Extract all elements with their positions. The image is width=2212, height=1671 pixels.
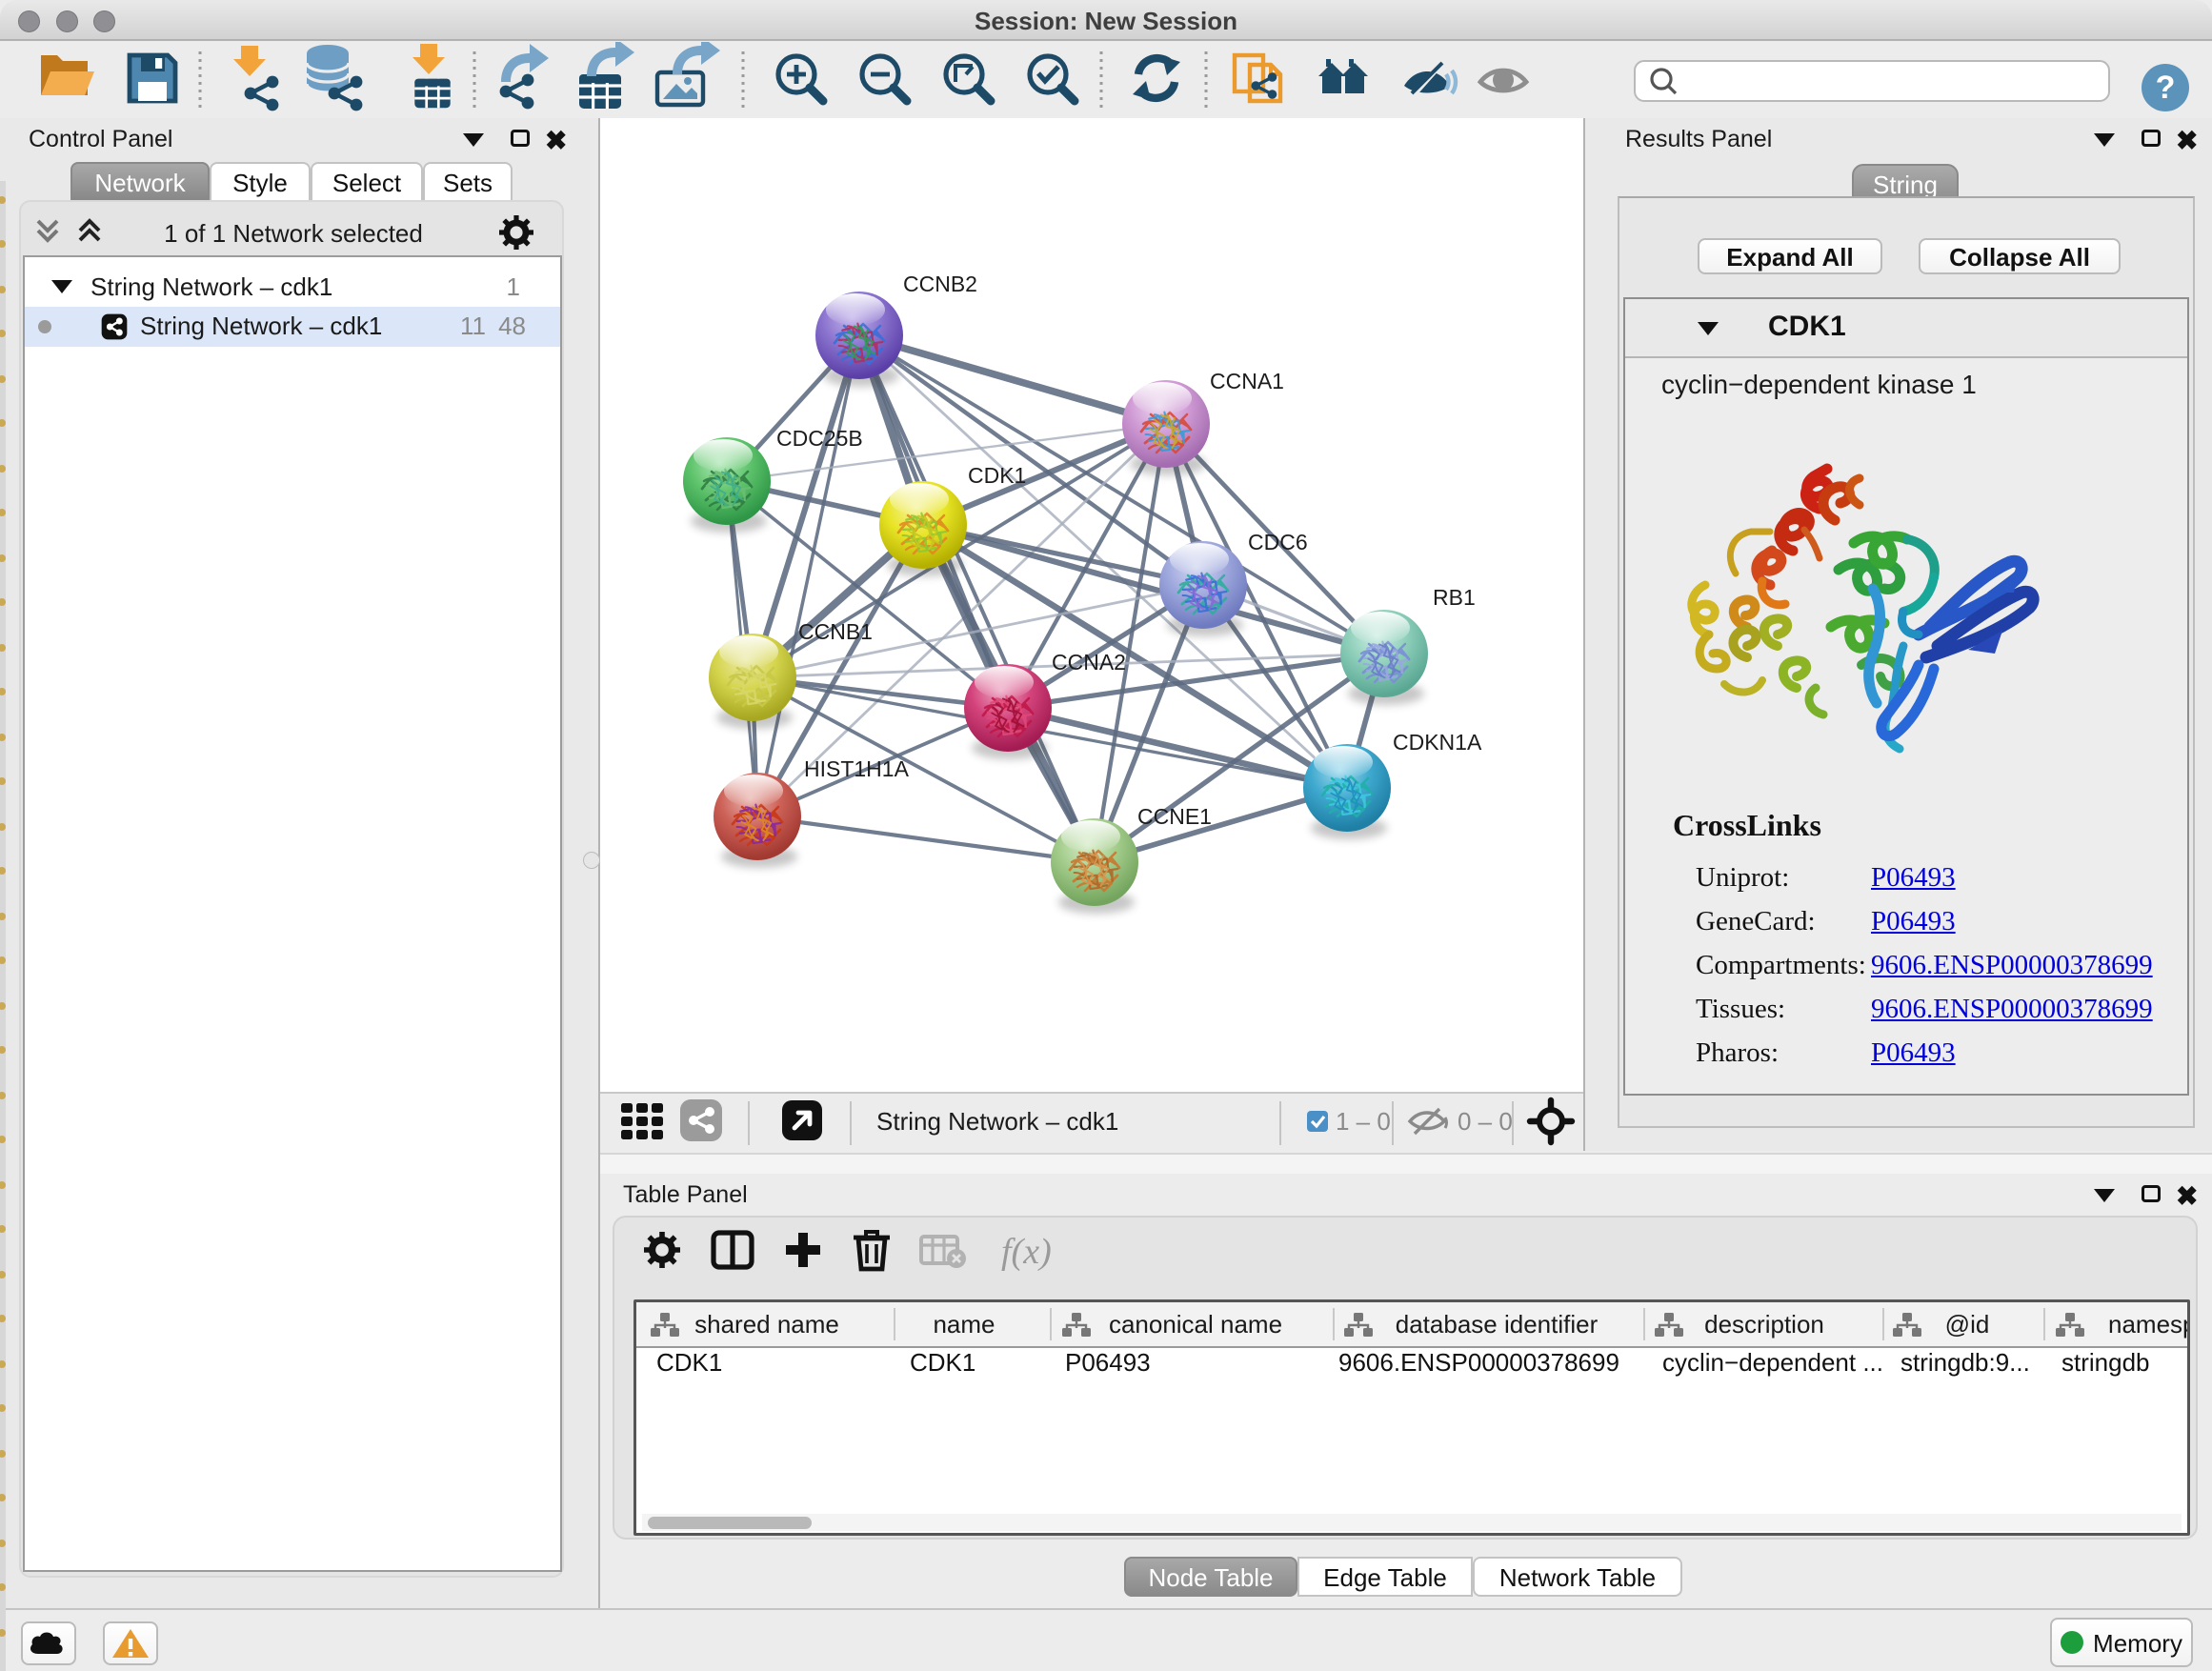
svg-text:CDK1: CDK1 [968, 463, 1026, 488]
svg-text:f(x): f(x) [1001, 1232, 1052, 1272]
svg-text:P06493: P06493 [1065, 1348, 1151, 1377]
svg-text:stringdb: stringdb [2061, 1348, 2150, 1377]
svg-text:description: description [1704, 1310, 1824, 1339]
svg-text:@id: @id [1945, 1310, 1990, 1339]
svg-text:CCNB1: CCNB1 [798, 619, 873, 644]
svg-text:stringdb:9...: stringdb:9... [1900, 1348, 2030, 1377]
svg-text:1 of 1 Network selected: 1 of 1 Network selected [164, 219, 423, 248]
svg-text:CDK1: CDK1 [656, 1348, 722, 1377]
svg-text:CCNB2: CCNB2 [903, 272, 977, 296]
svg-text:1 – 0: 1 – 0 [1336, 1107, 1391, 1136]
svg-text:String Network – cdk1: String Network – cdk1 [876, 1107, 1118, 1136]
svg-text:shared name: shared name [694, 1310, 839, 1339]
svg-text:name: name [933, 1310, 995, 1339]
svg-text:0 – 0: 0 – 0 [1458, 1107, 1513, 1136]
svg-text:database identifier: database identifier [1396, 1310, 1599, 1339]
svg-text:CCNE1: CCNE1 [1137, 804, 1212, 829]
svg-text:?: ? [2156, 70, 2176, 106]
svg-text:CDKN1A: CDKN1A [1393, 730, 1482, 755]
svg-text:9606.ENSP00000378699: 9606.ENSP00000378699 [1338, 1348, 1619, 1377]
svg-text:HIST1H1A: HIST1H1A [804, 756, 910, 781]
svg-text:RB1: RB1 [1433, 585, 1476, 610]
svg-text:namespac: namespac [2108, 1310, 2187, 1339]
svg-text:cyclin−dependent ...: cyclin−dependent ... [1662, 1348, 1883, 1377]
svg-text:CCNA2: CCNA2 [1052, 650, 1126, 674]
svg-text:CDC25B: CDC25B [776, 426, 863, 451]
svg-text:canonical name: canonical name [1109, 1310, 1282, 1339]
svg-text:CDK1: CDK1 [910, 1348, 975, 1377]
svg-text:CCNA1: CCNA1 [1210, 369, 1284, 393]
svg-text:CDC6: CDC6 [1248, 530, 1308, 554]
